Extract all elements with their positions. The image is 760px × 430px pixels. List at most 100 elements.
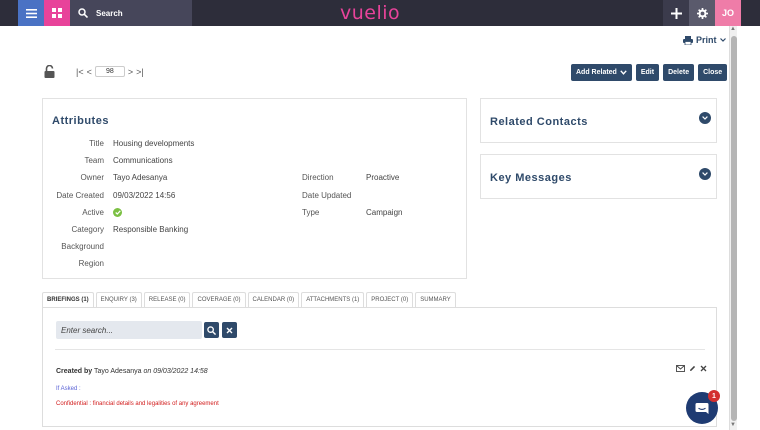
page-scrollbar[interactable]: ▲ ▼ xyxy=(729,26,737,430)
briefing-actions xyxy=(676,365,707,372)
attr-label: Active xyxy=(82,208,104,217)
add-button[interactable] xyxy=(663,0,689,26)
attributes-panel: Attributes Title Housing developments Te… xyxy=(42,98,467,279)
attr-label: Title xyxy=(89,139,104,148)
tab-project[interactable]: PROJECT (0) xyxy=(366,292,414,307)
briefing-author: Tayo Adesanya xyxy=(94,368,142,375)
key-messages-panel[interactable]: Key Messages xyxy=(480,154,717,199)
active-status xyxy=(113,208,122,217)
print-label: Print xyxy=(696,35,717,45)
grid-icon xyxy=(52,8,62,18)
attributes-title: Attributes xyxy=(52,115,109,127)
plus-icon xyxy=(670,7,682,19)
next-record-icon[interactable]: > xyxy=(128,67,133,77)
attr-row-date-updated: Date Updated xyxy=(302,191,366,200)
search-icon xyxy=(207,325,216,335)
attr-label: Date Updated xyxy=(302,191,352,200)
add-related-button[interactable]: Add Related xyxy=(571,64,632,81)
search-icon xyxy=(78,8,88,18)
attr-row-team: Team Communications xyxy=(44,156,173,165)
briefings-tab-panel: Created by Tayo Adesanya on 09/03/2022 1… xyxy=(42,307,717,427)
first-record-icon[interactable]: |< xyxy=(76,67,84,77)
attr-label: Category xyxy=(71,225,104,234)
tab-coverage[interactable]: COVERAGE (0) xyxy=(192,292,246,307)
search-button[interactable] xyxy=(204,322,219,338)
confidential-note: Confidential : financial details and leg… xyxy=(56,401,219,407)
lock-icon[interactable] xyxy=(44,64,55,80)
record-index-input[interactable]: 98 xyxy=(94,66,125,77)
attr-value: Housing developments xyxy=(113,139,195,148)
divider xyxy=(55,349,705,350)
hamburger-icon xyxy=(25,8,37,18)
attr-label: Team xyxy=(84,156,104,165)
settings-button[interactable] xyxy=(689,0,715,26)
attr-value: Proactive xyxy=(366,173,400,182)
attr-row-background: Background xyxy=(44,242,113,251)
tab-summary[interactable]: SUMMARY xyxy=(415,292,456,307)
tab-briefings[interactable]: BRIEFINGS (1) xyxy=(42,292,94,307)
email-icon[interactable] xyxy=(676,365,685,372)
briefings-search[interactable] xyxy=(56,321,202,339)
scroll-thumb[interactable] xyxy=(731,36,737,421)
chevron-down-icon[interactable] xyxy=(699,112,711,124)
edit-button[interactable]: Edit xyxy=(635,64,660,81)
tab-calendar[interactable]: CALENDAR (0) xyxy=(247,292,300,307)
check-icon xyxy=(113,208,122,217)
close-icon[interactable] xyxy=(700,365,707,372)
close-button[interactable]: Close xyxy=(698,64,728,81)
attr-row-active: Active xyxy=(44,208,122,217)
add-related-label: Add Related xyxy=(576,69,617,76)
search-label: Search xyxy=(96,8,123,18)
attr-value: Campaign xyxy=(366,208,403,217)
record-tabs: BRIEFINGS (1) ENQUIRY (3) RELEASE (0) CO… xyxy=(42,292,456,307)
attr-row-direction: Direction Proactive xyxy=(302,173,399,182)
delete-button[interactable]: Delete xyxy=(663,64,695,81)
key-messages-title: Key Messages xyxy=(490,172,572,184)
attr-label: Type xyxy=(302,208,320,217)
attr-value: Communications xyxy=(113,156,173,165)
attr-row-type: Type Campaign xyxy=(302,208,402,217)
related-contacts-title: Related Contacts xyxy=(490,116,588,128)
attr-label: Region xyxy=(78,259,104,268)
on-label: on xyxy=(143,368,152,375)
attr-label: Background xyxy=(61,242,104,251)
dashboard-button[interactable] xyxy=(44,0,70,26)
menu-button[interactable] xyxy=(18,0,44,26)
global-search[interactable]: Search xyxy=(70,0,192,26)
scroll-up-icon[interactable]: ▲ xyxy=(730,26,736,32)
printer-icon xyxy=(683,35,693,45)
pencil-icon[interactable] xyxy=(689,365,696,372)
vuelio-logo: vuelio xyxy=(340,2,401,24)
chevron-down-icon[interactable] xyxy=(699,168,711,180)
gear-icon xyxy=(696,7,708,19)
last-record-icon[interactable]: >| xyxy=(136,67,144,77)
related-contacts-panel[interactable]: Related Contacts xyxy=(480,98,717,143)
user-avatar[interactable]: JO xyxy=(715,0,741,26)
attr-row-region: Region xyxy=(44,259,113,268)
attr-row-category: Category Responsible Banking xyxy=(44,225,189,234)
prev-record-icon[interactable]: < xyxy=(87,67,92,77)
record-navigation: |< < 98 > >| xyxy=(76,66,144,77)
scroll-down-icon[interactable]: ▼ xyxy=(730,422,736,428)
attr-label: Direction xyxy=(302,173,334,182)
briefing-date: 09/03/2022 14:58 xyxy=(153,368,208,375)
close-icon xyxy=(226,327,233,333)
action-bar: Add Related Edit Delete Close xyxy=(571,64,728,81)
briefings-search-input[interactable] xyxy=(61,325,201,335)
attr-value: 09/03/2022 14:56 xyxy=(113,191,176,200)
attr-row-owner: Owner Tayo Adesanya xyxy=(44,173,167,182)
chevron-down-icon xyxy=(620,70,627,75)
tab-enquiry[interactable]: ENQUIRY (3) xyxy=(95,292,142,307)
attr-row-title: Title Housing developments xyxy=(44,139,194,148)
chevron-down-icon xyxy=(719,38,726,42)
if-asked-note: If Asked : xyxy=(56,386,81,392)
attr-row-date-created: Date Created 09/03/2022 14:56 xyxy=(44,191,175,200)
tab-release[interactable]: RELEASE (0) xyxy=(143,292,191,307)
chat-icon xyxy=(695,402,709,414)
attr-label: Owner xyxy=(80,173,104,182)
attr-label: Date Created xyxy=(56,191,104,200)
clear-search-button[interactable] xyxy=(222,322,237,338)
briefing-header: Created by Tayo Adesanya on 09/03/2022 1… xyxy=(56,368,208,375)
print-menu[interactable]: Print xyxy=(683,35,726,45)
tab-attachments[interactable]: ATTACHMENTS (1) xyxy=(301,292,365,307)
